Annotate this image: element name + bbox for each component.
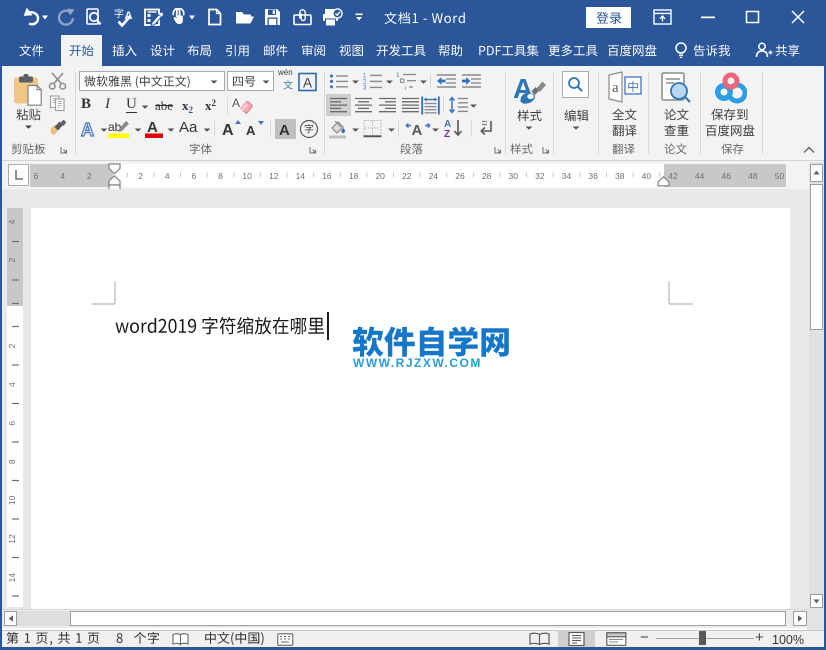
svg-text:A: A: [246, 123, 256, 138]
svg-text:ab: ab: [108, 120, 122, 134]
svg-text:3: 3: [363, 86, 367, 92]
svg-text:i: i: [405, 85, 406, 91]
svg-text:A: A: [81, 120, 94, 139]
svg-text:A: A: [147, 119, 158, 136]
svg-text:1: 1: [396, 72, 400, 79]
svg-text:Z: Z: [444, 129, 450, 139]
svg-text:A: A: [412, 122, 423, 139]
svg-text:A: A: [232, 96, 240, 110]
svg-text:A: A: [222, 122, 234, 139]
svg-text:A: A: [279, 122, 290, 139]
svg-text:a: a: [612, 80, 619, 96]
svg-text:A: A: [303, 76, 312, 91]
